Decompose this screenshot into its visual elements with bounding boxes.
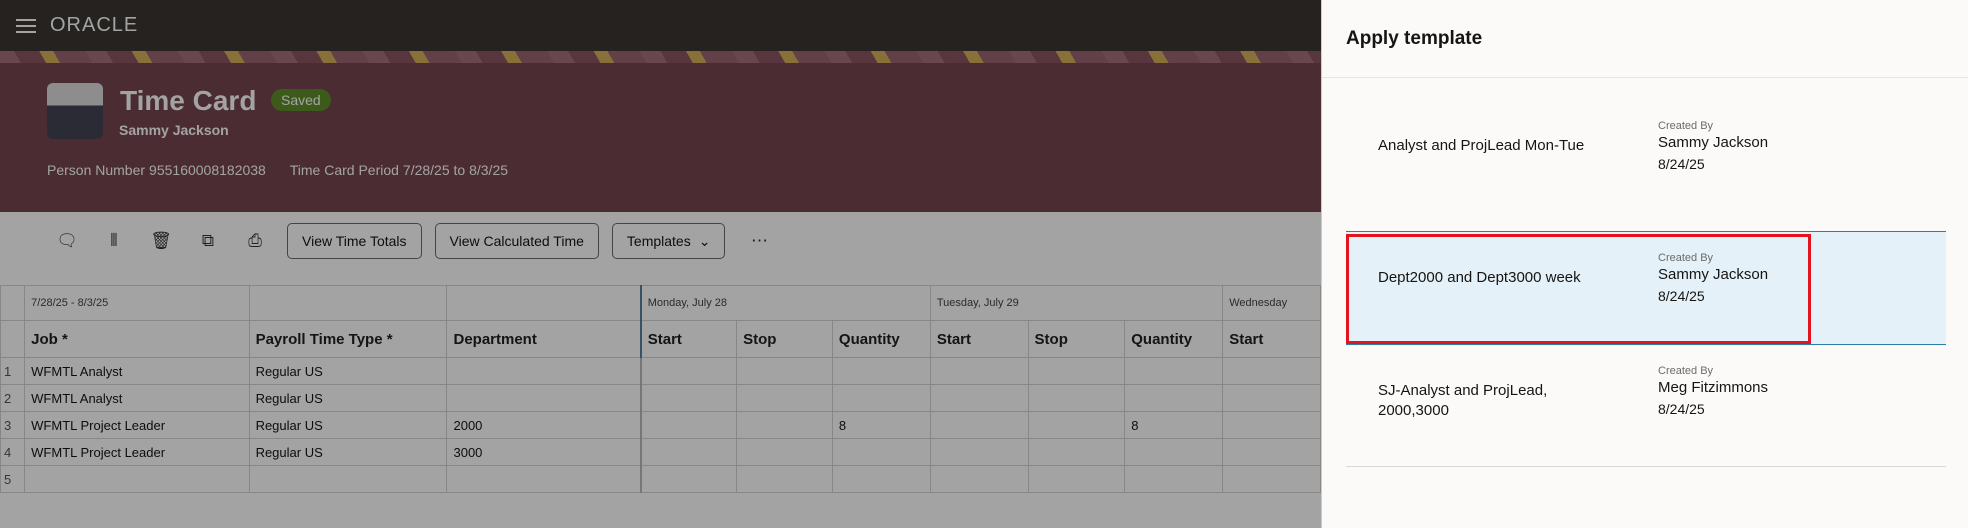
template-list-item[interactable]: SJ-Analyst and ProjLead, 2000,3000 Creat… — [1346, 345, 1946, 459]
created-by-label: Created By — [1658, 252, 1714, 264]
created-date: 8/24/25 — [1658, 288, 1705, 304]
template-list-item[interactable]: Dept2000 and Dept3000 week Created By Sa… — [1346, 231, 1946, 345]
created-by-label: Created By — [1658, 120, 1714, 132]
created-by-name: Sammy Jackson — [1658, 266, 1769, 283]
divider — [1322, 77, 1968, 78]
template-list-item[interactable]: Analyst and ProjLead Mon-Tue Created By … — [1346, 100, 1946, 214]
modal-overlay[interactable] — [0, 0, 1321, 528]
drawer-title: Apply template — [1346, 28, 1483, 49]
template-name: SJ-Analyst and ProjLead, 2000,3000 — [1378, 382, 1548, 419]
highlight-box — [1346, 234, 1811, 344]
apply-template-drawer: Apply template Analyst and ProjLead Mon-… — [1321, 0, 1968, 528]
template-name: Analyst and ProjLead Mon-Tue — [1378, 137, 1585, 154]
created-by-name: Sammy Jackson — [1658, 134, 1769, 151]
divider — [1346, 466, 1946, 467]
created-date: 8/24/25 — [1658, 401, 1705, 417]
created-by-label: Created By — [1658, 365, 1714, 377]
created-by-name: Meg Fitzimmons — [1658, 379, 1769, 396]
created-date: 8/24/25 — [1658, 156, 1705, 172]
template-name: Dept2000 and Dept3000 week — [1378, 269, 1581, 286]
